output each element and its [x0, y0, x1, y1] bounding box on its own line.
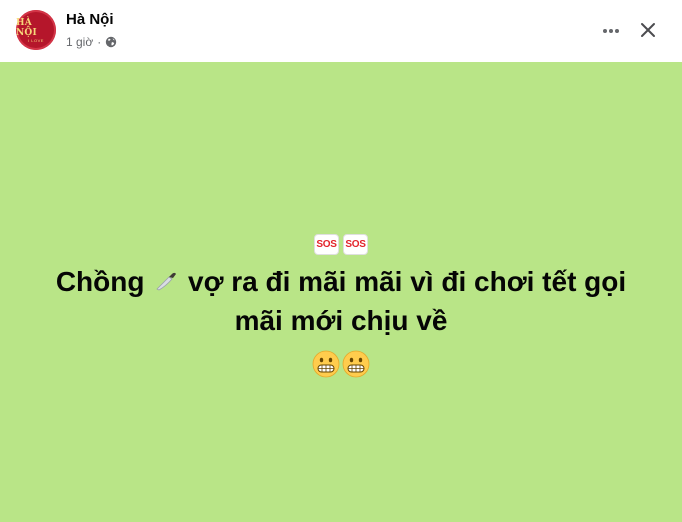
meta-separator: ·: [97, 35, 102, 49]
close-icon: [641, 23, 655, 37]
trailing-emoji-row: [0, 350, 682, 378]
page-avatar[interactable]: HÀ NỘI I LOVE: [16, 10, 56, 50]
sos-icon: SOS: [343, 234, 368, 255]
status-text-part1: Chồng: [55, 266, 145, 297]
knife-icon: [156, 272, 177, 291]
globe-icon[interactable]: [105, 36, 117, 48]
post-meta: 1 giờ ·: [66, 34, 117, 50]
more-horizontal-icon: [603, 29, 619, 33]
close-button[interactable]: [630, 12, 666, 48]
post-background: SOS SOS Chồng vợ ra đi mãi mãi vì đi chơ…: [0, 62, 682, 522]
status-text-line2: mãi mới chịu về: [234, 305, 448, 336]
grimacing-face-icon: [312, 350, 340, 378]
status-text-part2: vợ ra đi mãi mãi vì đi chơi tết gọi: [188, 266, 627, 297]
avatar-logo-subtext: I LOVE: [28, 37, 44, 43]
post-status-text: Chồng vợ ra đi mãi mãi vì đi chơi tết gọ…: [20, 262, 662, 340]
page-name[interactable]: Hà Nội: [66, 11, 114, 28]
avatar-logo-text: HÀ NỘI: [16, 17, 37, 38]
sos-badge-row: SOS SOS: [0, 234, 682, 255]
post-header: HÀ NỘI I LOVE Hà Nội 1 giờ ·: [0, 0, 682, 62]
more-options-button[interactable]: [594, 14, 628, 48]
post-timestamp[interactable]: 1 giờ: [66, 35, 93, 49]
grimacing-face-icon: [342, 350, 370, 378]
sos-icon: SOS: [314, 234, 339, 255]
